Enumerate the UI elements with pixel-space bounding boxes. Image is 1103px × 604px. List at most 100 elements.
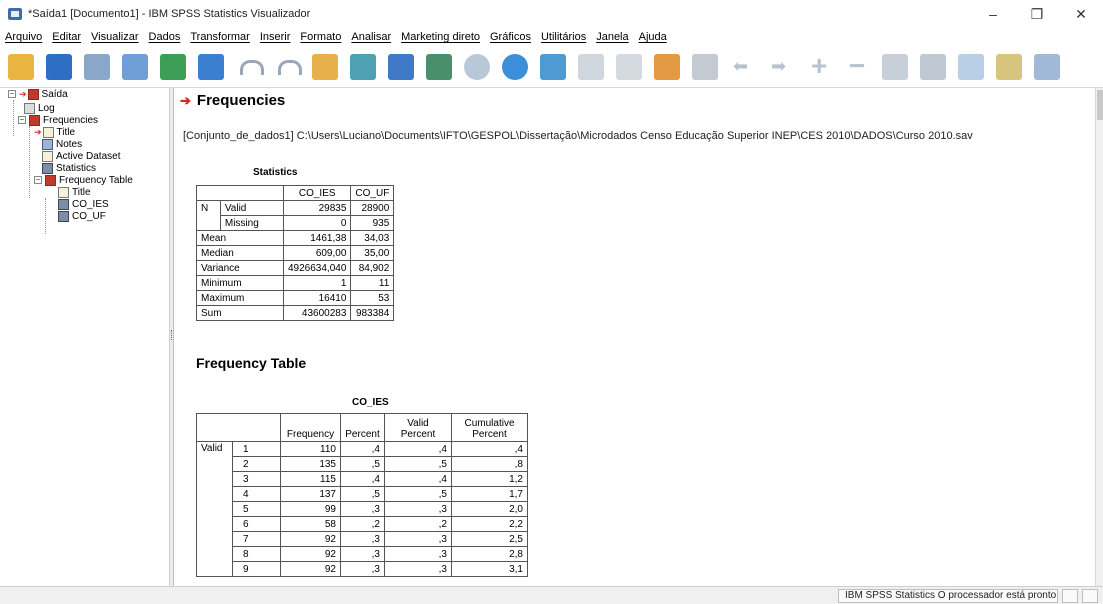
menu-utilitarios[interactable]: Utilitários	[536, 31, 591, 43]
export-icon[interactable]	[160, 53, 186, 80]
menu-marketing-direto[interactable]: Marketing direto	[396, 31, 485, 43]
close-button[interactable]: ✕	[1059, 0, 1103, 28]
print-icon[interactable]	[84, 53, 110, 80]
tree-item-co-ies[interactable]: CO_IES	[58, 198, 109, 210]
cumulative-percent-cell: ,8	[451, 456, 528, 472]
goto-variable-icon[interactable]	[388, 53, 414, 80]
column-header: Cumulative Percent	[451, 413, 528, 442]
tree-item-frequencies[interactable]: − Frequencies	[18, 114, 98, 126]
menu-editar[interactable]: Editar	[47, 31, 86, 43]
tree-item-statistics[interactable]: Statistics	[42, 162, 96, 174]
collapse-toggle-icon[interactable]: −	[18, 116, 26, 124]
value-cell: 29835	[282, 200, 352, 216]
goto-data-icon[interactable]	[312, 53, 338, 80]
valid-percent-cell: ,4	[384, 441, 452, 457]
menu-visualizar[interactable]: Visualizar	[86, 31, 144, 43]
frequency-table[interactable]: Frequency Percent Valid Percent Cumulati…	[196, 413, 528, 577]
tree-item-saida[interactable]: − ➔ Saída	[8, 88, 68, 100]
menu-analisar[interactable]: Analisar	[346, 31, 396, 43]
frequency-cell: 137	[280, 486, 341, 502]
hide-icon[interactable]	[920, 53, 946, 80]
status-bar: IBM SPSS Statistics O processador está p…	[0, 586, 1103, 604]
splitter-grip-icon[interactable]	[171, 330, 173, 340]
tree-item-co-uf[interactable]: CO_UF	[58, 210, 106, 222]
table-row: Variance 4926634,040 84,902	[196, 260, 395, 276]
show-output-icon[interactable]	[616, 53, 642, 80]
dataset-path[interactable]: [Conjunto_de_dados1] C:\Users\Luciano\Do…	[183, 130, 973, 142]
value-cell: 935	[350, 215, 395, 231]
run-icon[interactable]	[502, 53, 528, 80]
log-icon	[24, 102, 35, 114]
percent-cell: ,4	[340, 441, 385, 457]
valid-percent-cell: ,3	[384, 531, 452, 547]
frequency-cell: 58	[280, 516, 341, 532]
open-icon[interactable]	[8, 53, 34, 80]
frequency-cell: 135	[280, 456, 341, 472]
menu-dados[interactable]: Dados	[144, 31, 186, 43]
maximize-button[interactable]: ❐	[1015, 0, 1059, 28]
frequency-table-heading[interactable]: Frequency Table	[196, 355, 306, 371]
minimize-button[interactable]: –	[971, 0, 1015, 28]
tree-item-title[interactable]: ➔ Title	[34, 126, 75, 138]
insert-heading-icon[interactable]	[958, 53, 984, 80]
collapse-toggle-icon[interactable]: −	[8, 90, 16, 98]
select-last-output-icon[interactable]	[692, 53, 718, 80]
cumulative-percent-cell: 2,0	[451, 501, 528, 517]
value-cell: 34,03	[350, 230, 395, 246]
menu-ajuda[interactable]: Ajuda	[634, 31, 672, 43]
undo-icon[interactable]	[236, 54, 264, 80]
menu-arquivo[interactable]: Arquivo	[0, 31, 47, 43]
tree-label: Notes	[56, 138, 83, 150]
notes-icon	[42, 138, 53, 150]
tree-item-notes[interactable]: Notes	[42, 138, 82, 150]
collapse-icon[interactable]	[844, 50, 870, 82]
output-heading[interactable]: ➔ Frequencies	[180, 92, 285, 109]
circle-icon[interactable]	[464, 53, 490, 80]
print-preview-icon[interactable]	[122, 53, 148, 80]
tree-item-log[interactable]: Log	[24, 102, 55, 114]
window-title: *Saída1 [Documento1] - IBM SPSS Statisti…	[28, 8, 311, 20]
menu-formato[interactable]: Formato	[295, 31, 346, 43]
menu-graficos[interactable]: Gráficos	[485, 31, 536, 43]
recall-dialog-icon[interactable]	[198, 53, 224, 80]
frequency-cell: 115	[280, 471, 341, 487]
value-cell: 53	[350, 290, 395, 306]
split-file-icon[interactable]	[540, 53, 566, 80]
tree-item-active-dataset[interactable]: Active Dataset	[42, 150, 120, 162]
value-cell: 11	[350, 275, 395, 291]
demote-icon[interactable]	[768, 54, 794, 80]
menu-janela[interactable]: Janela	[591, 31, 633, 43]
insert-text-icon[interactable]	[1034, 53, 1060, 80]
save-icon[interactable]	[46, 53, 72, 80]
table-row: Minimum 1 11	[196, 275, 395, 291]
valid-percent-cell: ,3	[384, 546, 452, 562]
goto-case-icon[interactable]	[350, 53, 376, 80]
row-label: Mean	[196, 230, 284, 246]
statistics-table[interactable]: CO_IES CO_UF N Valid 29835 28900 Missing…	[196, 185, 395, 321]
percent-cell: ,3	[340, 561, 385, 577]
table-row: Missing 0 935	[196, 215, 395, 231]
menu-transformar[interactable]: Transformar	[185, 31, 255, 43]
collapse-toggle-icon[interactable]: −	[34, 176, 42, 184]
scrollbar-thumb[interactable]	[1097, 90, 1103, 120]
insert-title-icon[interactable]	[996, 53, 1022, 80]
designate-window-icon[interactable]	[578, 53, 604, 80]
vertical-scrollbar[interactable]	[1095, 88, 1103, 586]
redo-icon[interactable]	[274, 54, 302, 80]
tree-label: Frequency Table	[59, 174, 133, 186]
menu-bar: Arquivo Editar Visualizar Dados Transfor…	[0, 28, 1103, 46]
show-icon[interactable]	[882, 53, 908, 80]
promote-icon[interactable]	[730, 54, 756, 80]
percent-cell: ,3	[340, 501, 385, 517]
expand-icon[interactable]	[806, 50, 832, 82]
tree-item-frequency-table[interactable]: − Frequency Table	[34, 174, 133, 186]
hide-output-icon[interactable]	[654, 53, 680, 80]
spss-viewer-window: *Saída1 [Documento1] - IBM SPSS Statisti…	[0, 0, 1103, 604]
tree-item-ft-title[interactable]: Title	[58, 186, 91, 198]
menu-inserir[interactable]: Inserir	[255, 31, 296, 43]
valid-label: Valid	[196, 441, 233, 577]
value-label: 3	[232, 471, 281, 487]
variables-icon[interactable]	[426, 53, 452, 80]
value-label: 4	[232, 486, 281, 502]
cumulative-percent-cell: 1,2	[451, 471, 528, 487]
